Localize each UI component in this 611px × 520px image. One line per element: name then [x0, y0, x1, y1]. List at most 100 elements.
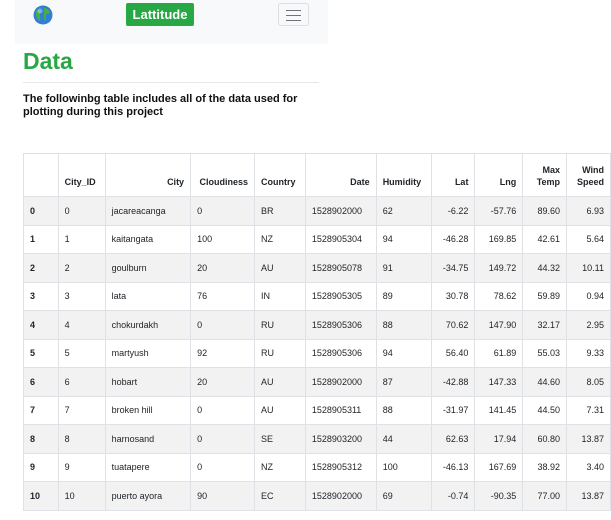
row-index: 0 — [23, 196, 59, 226]
city-cell: broken hill — [104, 395, 192, 425]
humidity-cell: 69 — [375, 481, 432, 511]
humidity-cell: 91 — [375, 253, 432, 283]
lat-cell: -46.13 — [430, 452, 476, 482]
table-row: 10 10 puerto ayora 90 EC 1528902000 69 -0.74 -90… — [23, 481, 611, 511]
table-row: 9 9 tuatapere 0 NZ 1528905312 100 -46.13 167.69 3… — [23, 452, 611, 482]
cloudiness-cell: 76 — [190, 281, 255, 311]
column-header: Country — [254, 153, 306, 197]
table-row: 3 3 lata 76 IN 1528905305 89 30.78 78.62 59.89 0.9… — [23, 281, 611, 311]
column-header: Lat — [430, 153, 476, 197]
city-id-cell: 4 — [57, 310, 106, 340]
table-row: 1 1 kaitangata 100 NZ 1528905304 94 -46.28 169.8… — [23, 224, 611, 254]
date-cell: 1528905305 — [304, 281, 377, 311]
lat-cell: 56.40 — [430, 338, 476, 368]
country-cell: AU — [254, 395, 306, 425]
max-temp-cell: 44.50 — [522, 395, 568, 425]
date-cell: 1528905306 — [304, 338, 377, 368]
cloudiness-cell: 0 — [190, 395, 255, 425]
cloudiness-cell: 0 — [190, 310, 255, 340]
date-cell: 1528903200 — [304, 424, 377, 454]
lat-cell: 30.78 — [430, 281, 476, 311]
row-index: 2 — [23, 253, 59, 283]
city-cell: hobart — [104, 367, 192, 397]
wind-speed-cell: 9.33 — [566, 338, 611, 368]
cloudiness-cell: 100 — [190, 224, 255, 254]
country-cell: SE — [254, 424, 306, 454]
cloudiness-cell: 0 — [190, 452, 255, 482]
wind-speed-cell: 5.64 — [566, 224, 611, 254]
lng-cell: 141.45 — [474, 395, 524, 425]
date-cell: 1528905311 — [304, 395, 377, 425]
lng-cell: -57.76 — [474, 196, 524, 226]
wind-speed-cell: 10.11 — [566, 253, 611, 283]
country-cell: NZ — [254, 452, 306, 482]
cloudiness-cell: 20 — [190, 253, 255, 283]
globe-icon[interactable] — [33, 5, 53, 25]
max-temp-cell: 32.17 — [522, 310, 568, 340]
max-temp-cell: 38.92 — [522, 452, 568, 482]
city-cell: chokurdakh — [104, 310, 192, 340]
navbar-toggler-button[interactable] — [278, 3, 309, 26]
humidity-cell: 62 — [375, 196, 432, 226]
max-temp-cell: 60.80 — [522, 424, 568, 454]
humidity-cell: 94 — [375, 224, 432, 254]
navbar: Lattitude — [15, 0, 328, 44]
cloudiness-cell: 90 — [190, 481, 255, 511]
wind-speed-cell: 2.95 — [566, 310, 611, 340]
max-temp-cell: 77.00 — [522, 481, 568, 511]
lng-cell: 169.85 — [474, 224, 524, 254]
lng-cell: 167.69 — [474, 452, 524, 482]
hamburger-line — [286, 15, 301, 16]
city-id-cell: 0 — [57, 196, 106, 226]
max-temp-cell: 59.89 — [522, 281, 568, 311]
brand-link[interactable]: Lattitude — [126, 3, 194, 26]
lng-cell: 78.62 — [474, 281, 524, 311]
humidity-cell: 100 — [375, 452, 432, 482]
lat-cell: -31.97 — [430, 395, 476, 425]
city-cell: harnosand — [104, 424, 192, 454]
country-cell: IN — [254, 281, 306, 311]
max-temp-cell: 42.61 — [522, 224, 568, 254]
cloudiness-cell: 92 — [190, 338, 255, 368]
lat-cell: 70.62 — [430, 310, 476, 340]
wind-speed-cell: 7.31 — [566, 395, 611, 425]
date-cell: 1528902000 — [304, 367, 377, 397]
row-index: 4 — [23, 310, 59, 340]
country-cell: AU — [254, 367, 306, 397]
column-header — [23, 153, 59, 197]
lat-cell: 62.63 — [430, 424, 476, 454]
row-index: 8 — [23, 424, 59, 454]
wind-speed-cell: 13.87 — [566, 481, 611, 511]
table-row: 5 5 martyush 92 RU 1528905306 94 56.40 61.89 55.0… — [23, 338, 611, 368]
column-header: City — [104, 153, 192, 197]
hamburger-line — [286, 20, 301, 21]
country-cell: RU — [254, 338, 306, 368]
lat-cell: -0.74 — [430, 481, 476, 511]
table-header-row: City_ID City Cloudiness Country Date Hum… — [23, 153, 611, 197]
humidity-cell: 88 — [375, 395, 432, 425]
page-description: The followinbg table includes all of the… — [23, 93, 298, 118]
max-temp-cell: 55.03 — [522, 338, 568, 368]
lng-cell: -90.35 — [474, 481, 524, 511]
city-id-cell: 9 — [57, 452, 106, 482]
country-cell: AU — [254, 253, 306, 283]
city-cell: kaitangata — [104, 224, 192, 254]
row-index: 3 — [23, 281, 59, 311]
city-cell: lata — [104, 281, 192, 311]
lat-cell: -42.88 — [430, 367, 476, 397]
table-row: 7 7 broken hill 0 AU 1528905311 88 -31.97 141.45… — [23, 395, 611, 425]
city-id-cell: 7 — [57, 395, 106, 425]
humidity-cell: 87 — [375, 367, 432, 397]
table-row: 6 6 hobart 20 AU 1528902000 87 -42.88 147.33 44.6… — [23, 367, 611, 397]
cloudiness-cell: 0 — [190, 424, 255, 454]
data-table: City_ID City Cloudiness Country Date Hum… — [23, 153, 611, 511]
column-header: Wind Speed — [566, 153, 611, 197]
city-id-cell: 3 — [57, 281, 106, 311]
table-row: 4 4 chokurdakh 0 RU 1528905306 88 70.62 147.90 32… — [23, 310, 611, 340]
wind-speed-cell: 13.87 — [566, 424, 611, 454]
country-cell: RU — [254, 310, 306, 340]
lng-cell: 147.90 — [474, 310, 524, 340]
column-header: Cloudiness — [190, 153, 255, 197]
column-header: Lng — [474, 153, 524, 197]
date-cell: 1528905304 — [304, 224, 377, 254]
